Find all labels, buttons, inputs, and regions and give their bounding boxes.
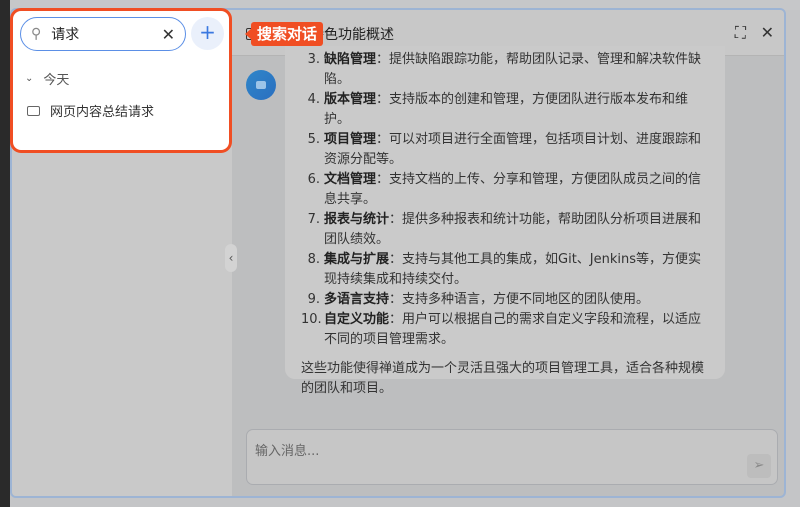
feature-item: 6. 文档管理：支持文档的上传、分享和管理，方便团队成员之间的信息共享。: [301, 170, 709, 210]
item-term: 集成与扩展: [324, 252, 390, 267]
message-input-placeholder: 输入消息...: [255, 444, 320, 459]
item-number: 3.: [307, 52, 320, 67]
item-text: 报表与统计：提供多种报表和统计功能，帮助团队分析项目进展和团队绩效。: [324, 210, 709, 250]
item-text: 版本管理：支持版本的创建和管理，方便团队进行版本发布和维护。: [324, 90, 709, 130]
item-term: 多语言支持: [324, 292, 390, 307]
feature-item: 8. 集成与扩展：支持与其他工具的集成，如Git、Jenkins等，方便实现持续集…: [301, 250, 709, 290]
item-number: 4.: [307, 92, 320, 107]
item-term: 文档管理: [324, 172, 377, 187]
message-input[interactable]: 输入消息... ➢: [246, 429, 778, 485]
close-icon[interactable]: ✕: [761, 23, 774, 42]
item-desc: ：支持文档的上传、分享和管理，方便团队成员之间的信息共享。: [324, 172, 702, 207]
feature-item: 10. 自定义功能：用户可以根据自己的需求自定义字段和流程，以适应不同的项目管理需…: [301, 310, 709, 350]
feature-item: 3. 缺陷管理：提供缺陷跟踪功能，帮助团队记录、管理和解决软件缺陷。: [301, 50, 709, 90]
item-number: 7.: [307, 212, 320, 227]
conversation-search-panel: ⚲ 请求 ✕ + ⌄ 今天 网页内容总结请求: [10, 8, 232, 153]
conversation-title: 网页内容总结请求: [50, 105, 155, 120]
new-chat-button[interactable]: +: [191, 17, 224, 50]
assistant-message: 3. 缺陷管理：提供缺陷跟踪功能，帮助团队记录、管理和解决软件缺陷。 4. 版本管理：…: [285, 46, 725, 396]
group-today[interactable]: ⌄ 今天: [25, 69, 69, 88]
item-number: 9.: [307, 292, 320, 307]
fullscreen-icon[interactable]: ⛶: [735, 23, 746, 43]
item-desc: ：支持多种语言，方便不同地区的团队使用。: [389, 292, 650, 307]
item-term: 报表与统计: [324, 212, 390, 227]
item-desc: ：支持版本的创建和管理，方便团队进行版本发布和维护。: [324, 92, 689, 127]
item-number: 10.: [301, 312, 322, 327]
search-value: 请求: [51, 27, 80, 43]
feature-item: 4. 版本管理：支持版本的创建和管理，方便团队进行版本发布和维护。: [301, 90, 709, 130]
send-icon[interactable]: ➢: [747, 454, 771, 478]
group-label: 今天: [43, 73, 70, 88]
item-term: 自定义功能: [324, 312, 390, 327]
item-term: 缺陷管理: [324, 52, 377, 67]
item-number: 5.: [307, 132, 320, 147]
chevron-down-icon: ⌄: [25, 73, 34, 84]
background-app: [0, 0, 10, 507]
chat-bubble-icon: [27, 105, 40, 116]
item-number: 8.: [307, 252, 320, 267]
feature-item: 7. 报表与统计：提供多种报表和统计功能，帮助团队分析项目进展和团队绩效。: [301, 210, 709, 250]
conversation-item[interactable]: 网页内容总结请求: [27, 101, 154, 120]
item-text: 自定义功能：用户可以根据自己的需求自定义字段和流程，以适应不同的项目管理需求。: [324, 310, 709, 350]
feature-item: 5. 项目管理：可以对项目进行全面管理，包括项目计划、进度跟踪和资源分配等。: [301, 130, 709, 170]
item-text: 缺陷管理：提供缺陷跟踪功能，帮助团队记录、管理和解决软件缺陷。: [324, 50, 709, 90]
item-desc: ：可以对项目进行全面管理，包括项目计划、进度跟踪和资源分配等。: [324, 132, 702, 167]
message-summary: 这些功能使得禅道成为一个灵活且强大的项目管理工具，适合各种规模的团队和项目。: [301, 361, 705, 396]
item-text: 多语言支持：支持多种语言，方便不同地区的团队使用。: [324, 290, 649, 310]
message-list: 3. 缺陷管理：提供缺陷跟踪功能，帮助团队记录、管理和解决软件缺陷。 4. 版本管理：…: [232, 46, 784, 436]
clear-icon[interactable]: ✕: [162, 25, 175, 44]
bot-avatar-icon: [246, 70, 276, 100]
search-input[interactable]: ⚲ 请求 ✕: [20, 17, 186, 51]
item-term: 版本管理: [324, 92, 377, 107]
feature-list: 3. 缺陷管理：提供缺陷跟踪功能，帮助团队记录、管理和解决软件缺陷。 4. 版本管理：…: [301, 50, 709, 350]
item-number: 6.: [307, 172, 320, 187]
item-text: 文档管理：支持文档的上传、分享和管理，方便团队成员之间的信息共享。: [324, 170, 709, 210]
item-term: 项目管理: [324, 132, 377, 147]
search-icon: ⚲: [31, 26, 42, 42]
annotation-callout: 搜索对话: [244, 22, 324, 46]
feature-item: 9. 多语言支持：支持多种语言，方便不同地区的团队使用。: [301, 290, 709, 310]
item-text: 集成与扩展：支持与其他工具的集成，如Git、Jenkins等，方便实现持续集成和…: [324, 250, 709, 290]
item-desc: ：提供缺陷跟踪功能，帮助团队记录、管理和解决软件缺陷。: [324, 52, 702, 87]
item-text: 项目管理：可以对项目进行全面管理，包括项目计划、进度跟踪和资源分配等。: [324, 130, 709, 170]
